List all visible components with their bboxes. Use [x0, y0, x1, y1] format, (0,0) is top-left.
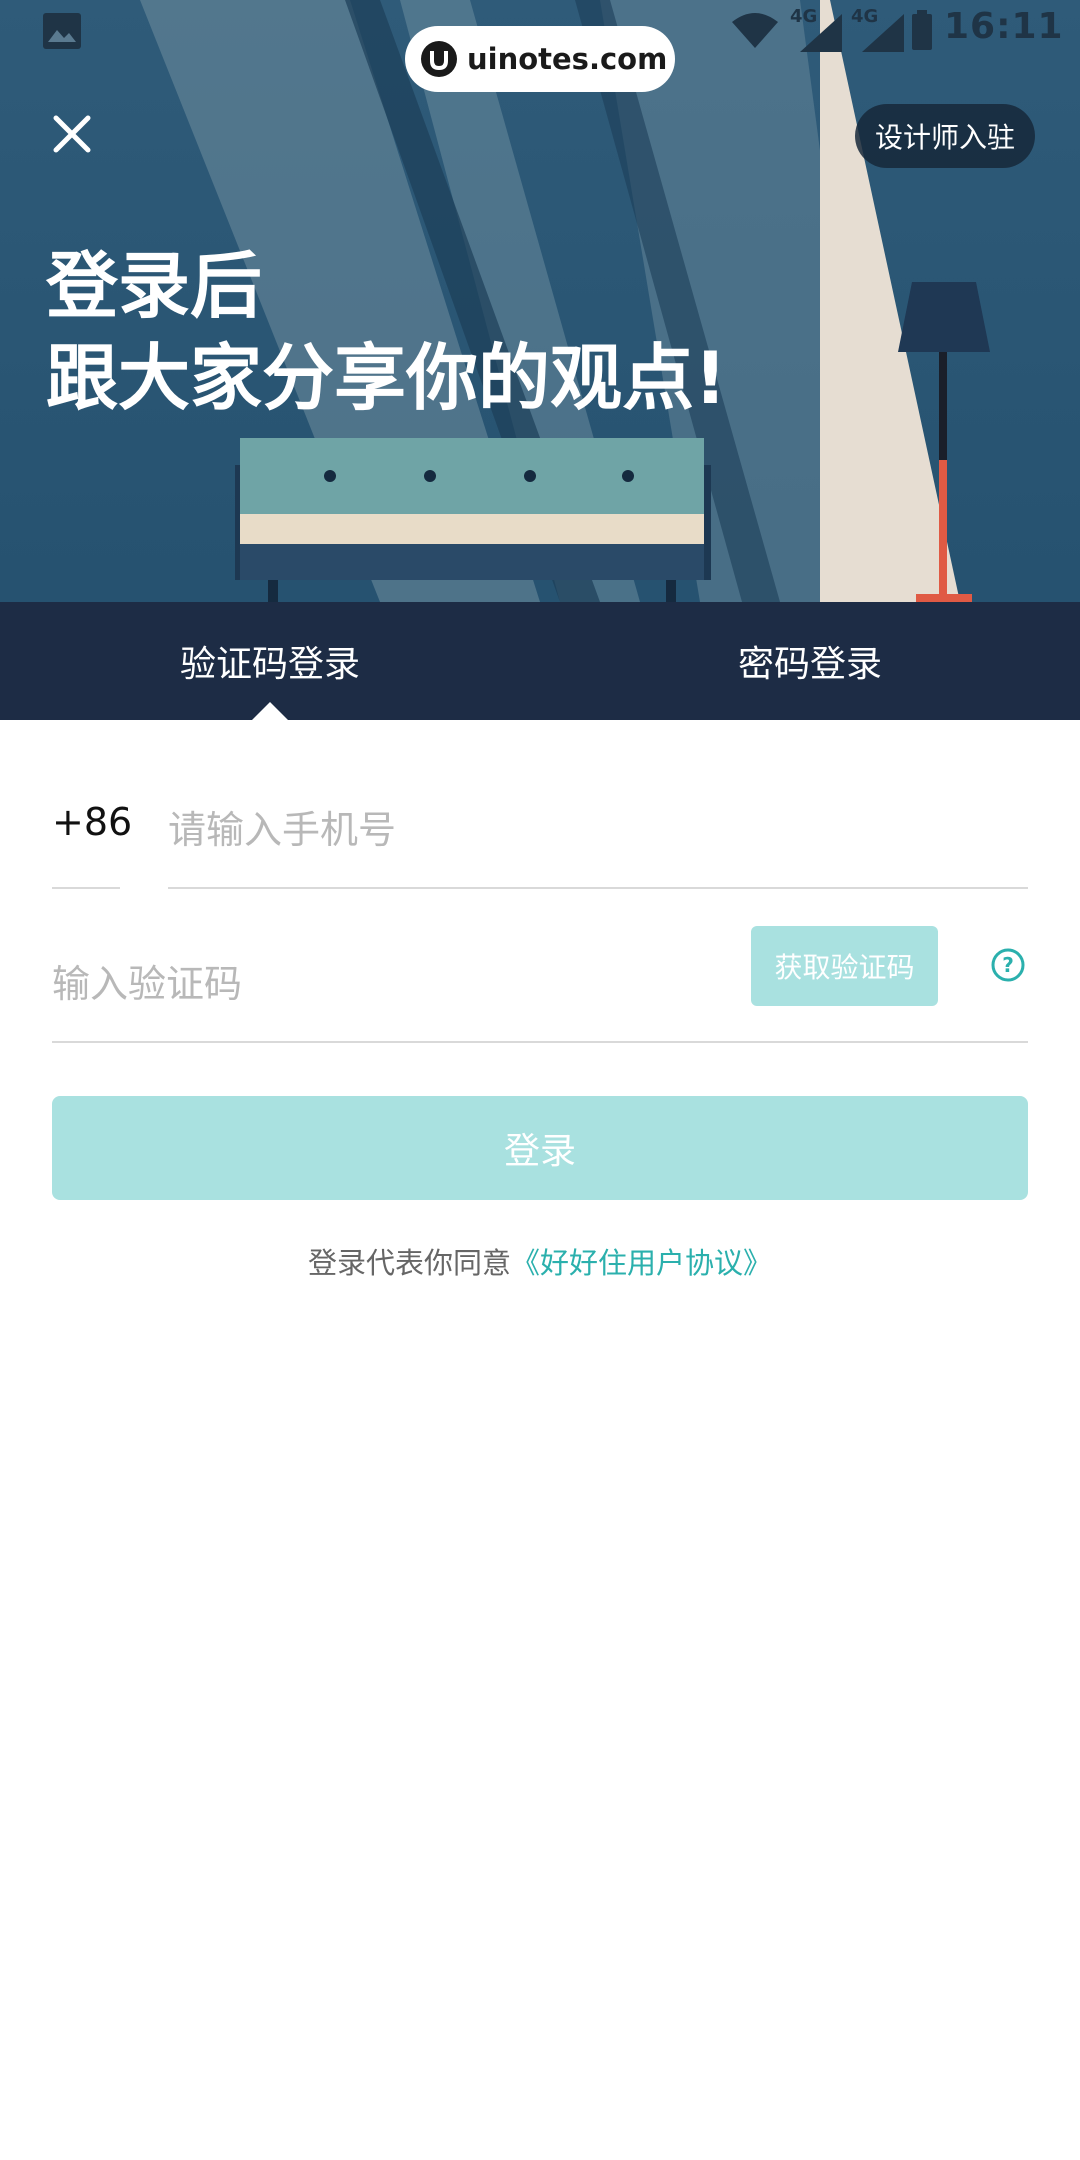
login-button[interactable]: 登录 — [52, 1096, 1028, 1200]
user-agreement-link[interactable]: 《好好住用户协议》 — [511, 1246, 772, 1280]
watermark-logo-icon — [421, 41, 457, 77]
hero-title-line-1: 登录后 — [46, 244, 263, 328]
svg-text:?: ? — [1002, 953, 1014, 977]
watermark-badge: uinotes.com — [405, 26, 675, 92]
login-tab-bar: 验证码登录 密码登录 — [0, 602, 1080, 720]
phone-underline — [168, 887, 1028, 889]
country-code-underline — [52, 887, 120, 889]
agreement-text: 登录代表你同意《好好住用户协议》 — [0, 1240, 1080, 1282]
get-code-button[interactable]: 获取验证码 — [751, 926, 938, 1006]
country-code-selector[interactable]: +86 — [52, 800, 132, 844]
designer-join-button[interactable]: 设计师入驻 — [855, 104, 1035, 168]
tab-password-login[interactable]: 密码登录 — [540, 602, 1080, 720]
gallery-icon — [43, 13, 81, 49]
hero-title: 登录后 跟大家分享你的观点! — [46, 240, 727, 424]
signal-1-icon — [800, 14, 842, 52]
code-underline — [52, 1041, 1028, 1043]
verification-code-input[interactable] — [52, 944, 732, 1024]
help-icon[interactable]: ? — [990, 947, 1026, 983]
battery-icon — [912, 10, 932, 50]
status-time: 16:11 — [944, 6, 1064, 47]
hero-title-line-2: 跟大家分享你的观点! — [46, 336, 727, 420]
active-tab-indicator — [252, 702, 288, 720]
signal-2-icon — [862, 14, 904, 52]
agreement-prefix: 登录代表你同意 — [307, 1246, 511, 1280]
close-icon[interactable] — [44, 106, 100, 162]
phone-input[interactable] — [168, 790, 1028, 870]
wifi-icon — [732, 13, 778, 48]
watermark-text: uinotes.com — [467, 42, 668, 76]
hero-banner: 4G 4G 16:11 uinotes.com 设计师入驻 登录后 跟大家分享你… — [0, 0, 1080, 720]
